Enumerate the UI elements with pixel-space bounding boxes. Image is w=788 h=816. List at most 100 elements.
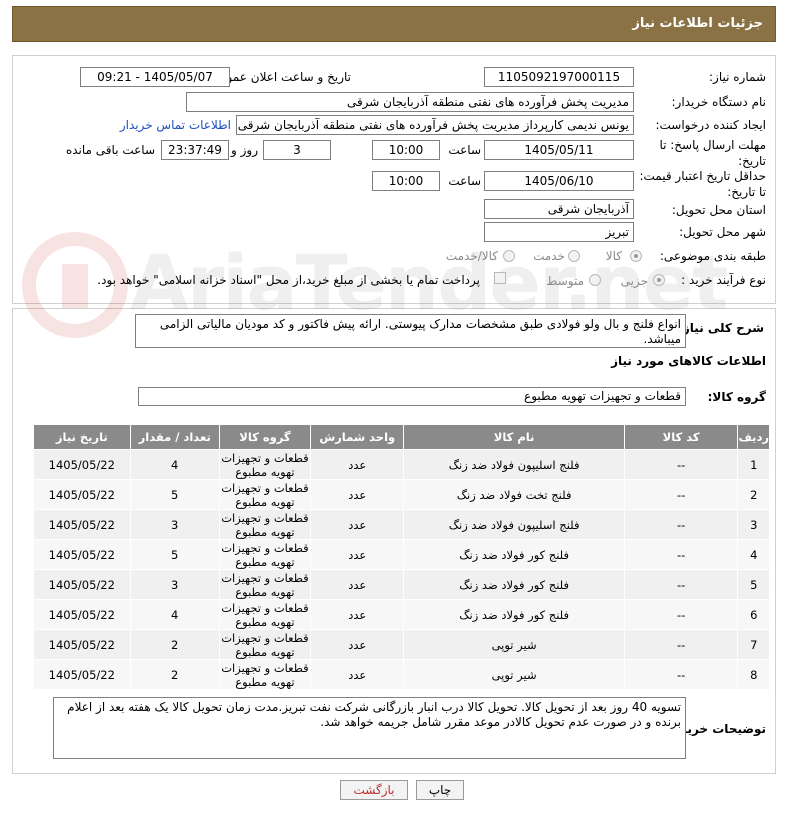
print-button[interactable]: چاپ [416, 780, 464, 800]
cell-date: 1405/05/22 [33, 509, 131, 540]
cell-group: قطعات و تجهیزات تهویه مطبوع [218, 479, 312, 510]
cell-date: 1405/05/22 [33, 449, 131, 480]
goods-table-header: ردیف کد کالا نام کالا واحد شمارش گروه کا… [33, 424, 770, 450]
min-validity-label: حداقل تاریخ اعتبار قیمت: تا تاریخ: [639, 168, 766, 200]
creator-field: یونس ندیمی کارپرداز مدیریت پخش فرآورده ه… [236, 115, 634, 135]
cell-qty: 5 [129, 539, 220, 570]
buyer-field: مدیریت پخش فرآورده های نفتی منطقه آذربای… [186, 92, 634, 112]
back-button[interactable]: بازگشت [340, 780, 408, 800]
table-row: 5 -- فلنج کور فولاد ضد زنگ عدد قطعات و ت… [33, 569, 770, 600]
process-radio-minor[interactable] [653, 274, 665, 286]
cell-code: -- [623, 509, 739, 540]
col-group: گروه کالا [218, 424, 312, 450]
table-row: 3 -- فلنج اسلیپون فولاد ضد زنگ عدد قطعات… [33, 509, 770, 540]
cell-code: -- [623, 539, 739, 570]
cell-row: 4 [737, 539, 770, 570]
cell-row: 8 [737, 659, 770, 690]
col-date: تاریخ نیاز [33, 424, 131, 450]
buyer-label: نام دستگاه خریدار: [671, 95, 767, 109]
city-label: شهر محل تحویل: [679, 225, 766, 239]
cell-group: قطعات و تجهیزات تهویه مطبوع [218, 539, 312, 570]
announce-field: 1405/05/07 - 09:21 [80, 67, 230, 87]
goods-group-label: گروه کالا: [707, 390, 766, 404]
creator-label: ایجاد کننده درخواست: [655, 118, 766, 132]
category-radio-goods-service[interactable] [503, 250, 515, 262]
cell-unit: عدد [310, 599, 405, 630]
cell-name: فلنج اسلیپون فولاد ضد زنگ [403, 449, 625, 480]
cell-name: فلنج کور فولاد ضد زنگ [403, 539, 625, 570]
deadline-label: مهلت ارسال پاسخ: تا تاریخ: [659, 137, 766, 169]
cell-unit: عدد [310, 479, 405, 510]
process-radio-medium[interactable] [589, 274, 601, 286]
validity-time-label: ساعت [448, 174, 481, 188]
cell-code: -- [623, 629, 739, 660]
goods-section-title: اطلاعات کالاهای مورد نیاز [611, 354, 766, 368]
need-number-label: شماره نیاز: [709, 70, 766, 84]
cell-code: -- [623, 479, 739, 510]
cell-unit: عدد [310, 509, 405, 540]
cell-row: 2 [737, 479, 770, 510]
col-row: ردیف [737, 424, 770, 450]
col-code: کد کالا [623, 424, 739, 450]
deadline-time-label: ساعت [448, 143, 481, 157]
cell-name: فلنج کور فولاد ضد زنگ [403, 599, 625, 630]
category-option-goods-service: کالا/خدمت [445, 249, 498, 263]
buyer-notes-textarea[interactable]: تسویه 40 روز بعد از تحویل کالا. تحویل کا… [53, 697, 686, 759]
cell-name: شیر توپی [403, 629, 625, 660]
process-option-minor: جزیی [620, 274, 648, 288]
category-radio-goods[interactable] [630, 250, 642, 262]
goods-group-field: قطعات و تجهیزات تهویه مطبوع [138, 387, 686, 406]
cell-unit: عدد [310, 449, 405, 480]
table-row: 1 -- فلنج اسلیپون فولاد ضد زنگ عدد قطعات… [33, 449, 770, 480]
cell-name: فلنج تخت فولاد ضد زنگ [403, 479, 625, 510]
min-validity-label-line2: تا تاریخ: [727, 185, 766, 199]
need-number-field: 1105092197000115 [484, 67, 634, 87]
process-option-medium: متوسط [546, 274, 584, 288]
cell-unit: عدد [310, 569, 405, 600]
cell-row: 5 [737, 569, 770, 600]
col-qty: تعداد / مقدار [129, 424, 220, 450]
table-row: 2 -- فلنج تخت فولاد ضد زنگ عدد قطعات و ت… [33, 479, 770, 510]
cell-group: قطعات و تجهیزات تهویه مطبوع [218, 569, 312, 600]
cell-qty: 4 [129, 449, 220, 480]
cell-date: 1405/05/22 [33, 569, 131, 600]
validity-date-field: 1405/06/10 [484, 171, 634, 191]
buyer-contact-link[interactable]: اطلاعات تماس خریدار [120, 118, 231, 132]
cell-group: قطعات و تجهیزات تهویه مطبوع [218, 509, 312, 540]
cell-date: 1405/05/22 [33, 479, 131, 510]
cell-code: -- [623, 449, 739, 480]
cell-unit: عدد [310, 629, 405, 660]
cell-row: 6 [737, 599, 770, 630]
cell-date: 1405/05/22 [33, 629, 131, 660]
cell-group: قطعات و تجهیزات تهویه مطبوع [218, 449, 312, 480]
min-validity-label-line1: حداقل تاریخ اعتبار قیمت: [639, 169, 766, 183]
cell-qty: 3 [129, 569, 220, 600]
table-row: 6 -- فلنج کور فولاد ضد زنگ عدد قطعات و ت… [33, 599, 770, 630]
cell-qty: 3 [129, 509, 220, 540]
category-radio-service[interactable] [568, 250, 580, 262]
cell-qty: 2 [129, 659, 220, 690]
category-option-service: خدمت [533, 249, 565, 263]
deadline-label-line1: مهلت ارسال پاسخ: تا [659, 138, 766, 152]
deadline-date-field: 1405/05/11 [484, 140, 634, 160]
process-type-label: نوع فرآیند خرید : [681, 273, 766, 287]
remaining-time-label: ساعت باقی مانده [65, 143, 155, 157]
cell-date: 1405/05/22 [33, 599, 131, 630]
description-label: شرح کلی نیاز: [678, 321, 764, 335]
treasury-payment-note: پرداخت تمام یا بخشی از مبلغ خرید،از محل … [97, 273, 480, 287]
col-name: نام کالا [403, 424, 625, 450]
cell-group: قطعات و تجهیزات تهویه مطبوع [218, 629, 312, 660]
description-textarea[interactable]: انواع فلنج و بال ولو فولادی طبق مشخصات م… [135, 314, 686, 348]
table-row: 7 -- شیر توپی عدد قطعات و تجهیزات تهویه … [33, 629, 770, 660]
goods-table: ردیف کد کالا نام کالا واحد شمارش گروه کا… [33, 424, 770, 690]
deadline-label-line2: تاریخ: [738, 154, 766, 168]
province-label: استان محل تحویل: [671, 203, 766, 217]
cell-date: 1405/05/22 [33, 539, 131, 570]
cell-unit: عدد [310, 539, 405, 570]
cell-code: -- [623, 599, 739, 630]
cell-row: 7 [737, 629, 770, 660]
treasury-payment-checkbox[interactable] [494, 272, 506, 284]
cell-code: -- [623, 659, 739, 690]
col-unit: واحد شمارش [310, 424, 405, 450]
days-label: روز و [231, 143, 258, 157]
